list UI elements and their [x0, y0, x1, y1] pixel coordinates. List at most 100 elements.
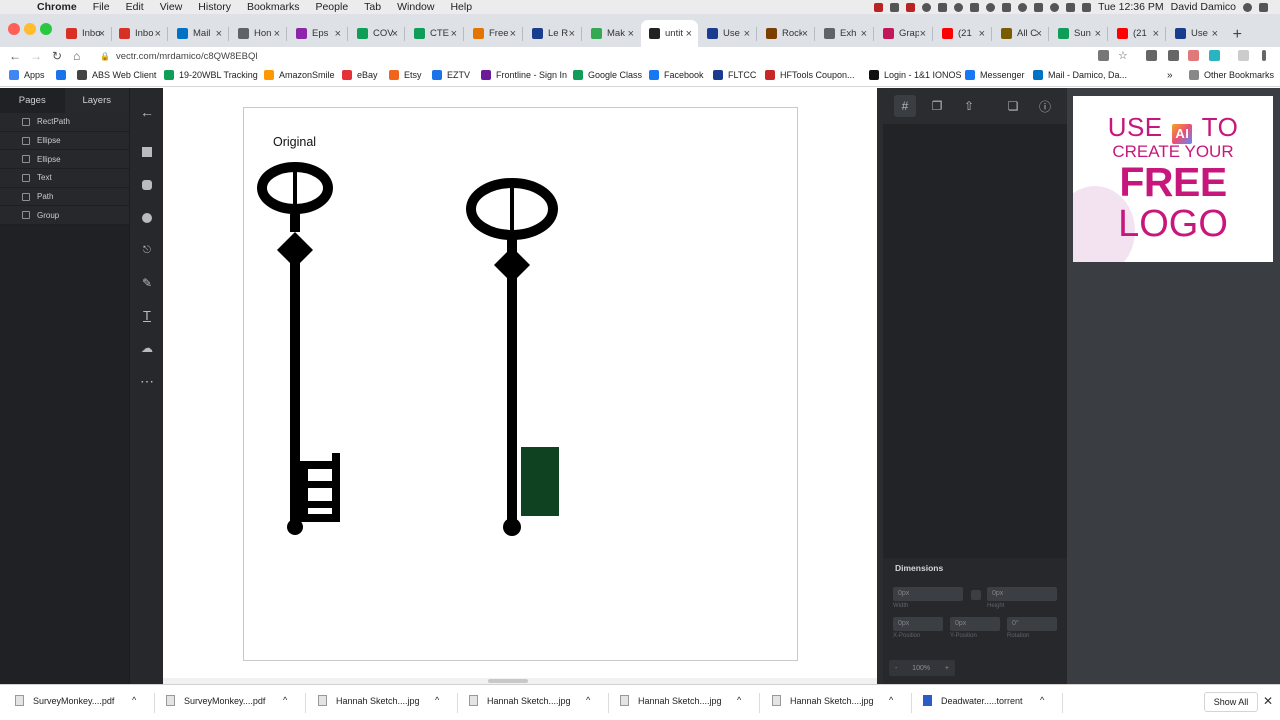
bookmark-item[interactable]: Mail - Damico, Da... [1033, 70, 1127, 80]
new-key[interactable] [466, 178, 559, 536]
status-app-icon[interactable] [874, 2, 884, 12]
bluetooth-icon[interactable] [1034, 2, 1044, 12]
x-position-field[interactable]: 0px [893, 617, 943, 631]
bookmark-item[interactable]: AmazonSmile [264, 70, 335, 80]
browser-tab[interactable]: Mak × [583, 20, 640, 47]
download-item[interactable]: Hannah Sketch....jpg [469, 695, 571, 706]
menu-tab[interactable]: Tab [364, 1, 381, 13]
bookmark-item[interactable]: eBay [342, 70, 378, 80]
spotlight-search-icon[interactable] [1243, 2, 1252, 12]
original-key[interactable] [257, 162, 340, 535]
dropbox-icon[interactable] [938, 2, 948, 12]
original-key-bit-edge[interactable] [332, 453, 340, 522]
copy-icon[interactable]: ❐ [926, 95, 948, 117]
show-all-downloads-button[interactable]: Show All [1204, 692, 1258, 712]
new-key-shaft[interactable] [507, 278, 517, 527]
menu-window[interactable]: Window [397, 1, 434, 13]
rectangle-tool[interactable] [130, 142, 164, 162]
tab-close-icon[interactable]: × [1212, 28, 1218, 40]
status-app-icon[interactable] [970, 2, 980, 12]
browser-tab[interactable]: Grap × [875, 20, 932, 47]
upload-tool[interactable]: ☁ [130, 338, 164, 358]
browser-tab[interactable]: All C × [993, 20, 1048, 47]
menu-user-name[interactable]: David Damico [1171, 1, 1236, 13]
browser-tab[interactable]: (21 × [934, 20, 991, 47]
browser-tab[interactable]: Inbo × [111, 20, 167, 47]
forward-icon[interactable]: → [30, 49, 42, 63]
scrollbar-thumb[interactable] [488, 679, 528, 683]
pen-tool[interactable]: ✎ [130, 273, 164, 293]
lock-icon[interactable]: 🔒 [100, 52, 110, 61]
browser-tab[interactable]: COV × [349, 20, 404, 47]
tab-close-icon[interactable]: × [451, 28, 457, 40]
tab-close-icon[interactable]: × [628, 28, 634, 40]
browser-tab[interactable]: Le R × [524, 20, 581, 47]
bookmark-item[interactable]: Google Class [573, 70, 642, 80]
bookmark-item[interactable]: ABS Web Client [77, 70, 156, 80]
menu-app-chrome[interactable]: Chrome [37, 1, 77, 13]
browser-tab[interactable]: Free × [465, 20, 522, 47]
status-app-icon[interactable] [906, 2, 916, 12]
browser-tab[interactable]: CTE × [406, 20, 463, 47]
menu-clock[interactable]: Tue 12:36 PM [1098, 1, 1164, 13]
browser-tab[interactable]: Rock × [758, 20, 814, 47]
back-icon[interactable]: ← [9, 49, 21, 63]
notification-center-icon[interactable] [1259, 2, 1268, 12]
browser-tab[interactable]: Mail × [169, 20, 228, 47]
status-app-icon[interactable] [986, 2, 996, 12]
battery-icon[interactable] [1082, 2, 1092, 12]
menu-history[interactable]: History [198, 1, 231, 13]
browser-tab[interactable]: Hon × [230, 20, 286, 47]
extension-icon[interactable] [1209, 50, 1220, 61]
tab-close-icon[interactable]: × [274, 28, 280, 40]
reload-icon[interactable]: ↻ [52, 49, 62, 63]
menu-edit[interactable]: Edit [126, 1, 144, 13]
zoom-level[interactable]: 100% [912, 665, 930, 672]
bookmark-item[interactable]: Facebook [649, 70, 704, 80]
tab-close-icon[interactable]: × [510, 28, 516, 40]
chrome-menu-icon[interactable] [1262, 50, 1266, 61]
bookmark-item[interactable]: Login - 1&1 IONOS [869, 70, 962, 80]
tab-layers[interactable]: Layers [64, 88, 129, 113]
bookmark-item[interactable]: Etsy [389, 70, 422, 80]
bookmark-item[interactable] [56, 70, 71, 80]
window-close-button[interactable] [8, 23, 20, 35]
bookmark-item[interactable]: EZTV [432, 70, 470, 80]
layer-item[interactable]: Ellipse [0, 132, 129, 151]
tab-close-icon[interactable]: × [1095, 28, 1101, 40]
menu-file[interactable]: File [93, 1, 110, 13]
status-app-icon[interactable] [922, 2, 932, 12]
browser-tab[interactable]: Eps × [288, 20, 347, 47]
bookmark-item[interactable]: Messenger [965, 70, 1025, 80]
other-bookmarks[interactable]: Other Bookmarks [1189, 70, 1274, 80]
info-icon[interactable]: ⓘ [1034, 95, 1056, 117]
browser-tab[interactable]: Inbo × [58, 20, 111, 47]
browser-tab[interactable]: Exh × [816, 20, 873, 47]
import-icon[interactable]: ❏ [1002, 95, 1024, 117]
tab-close-icon[interactable]: × [335, 28, 341, 40]
original-key-shaft[interactable] [290, 263, 300, 526]
key-icon[interactable] [1098, 50, 1109, 61]
share-icon[interactable]: ⇧ [958, 95, 980, 117]
extension-icon[interactable] [1146, 50, 1157, 61]
menu-view[interactable]: View [160, 1, 183, 13]
canvas-area[interactable]: Original [163, 88, 877, 684]
height-field[interactable]: 0px [987, 587, 1057, 601]
original-key-collar[interactable] [277, 232, 313, 268]
bookmarks-overflow-icon[interactable]: » [1167, 70, 1173, 81]
tab-pages[interactable]: Pages [0, 88, 65, 113]
browser-tab[interactable]: Use × [699, 20, 756, 47]
home-icon[interactable]: ⌂ [73, 49, 80, 63]
original-key-neck[interactable] [290, 212, 300, 232]
artboard[interactable]: Original [243, 107, 798, 661]
new-key-collar[interactable] [494, 247, 530, 283]
layer-item[interactable]: Text [0, 169, 129, 188]
width-field[interactable]: 0px [893, 587, 963, 601]
extension-icon[interactable] [1238, 50, 1249, 61]
status-app-icon[interactable] [1002, 2, 1012, 12]
download-item[interactable]: Deadwater.....torrent [923, 695, 1023, 706]
close-download-shelf-icon[interactable]: ✕ [1263, 694, 1273, 708]
download-item[interactable]: Hannah Sketch....jpg [318, 695, 420, 706]
bookmark-item[interactable]: 19-20WBL Tracking [164, 70, 258, 80]
tab-close-icon[interactable]: × [569, 28, 575, 40]
